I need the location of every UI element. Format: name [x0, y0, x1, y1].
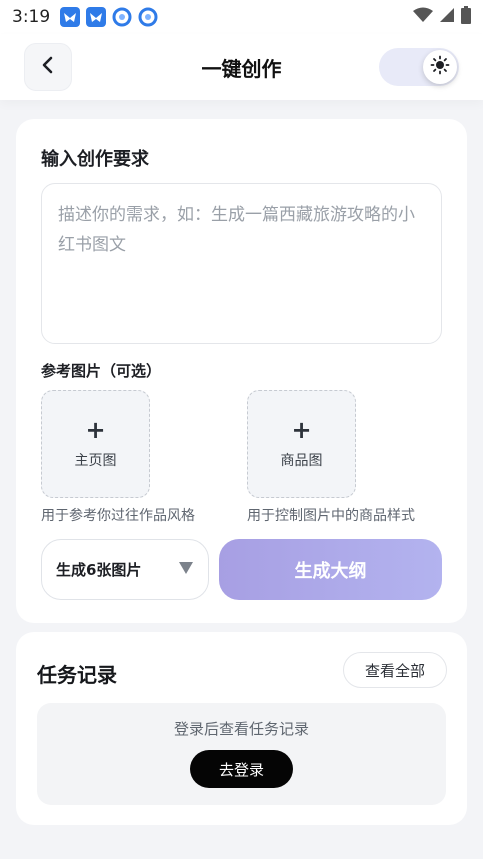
system-icons: [413, 6, 471, 28]
image-count-value: 生成6张图片: [56, 561, 142, 579]
generate-outline-button[interactable]: 生成大纲: [219, 539, 442, 600]
task-title: 任务记录: [37, 663, 117, 687]
prompt-box: [41, 183, 442, 344]
prompt-textarea[interactable]: [58, 200, 425, 327]
login-button[interactable]: 去登录: [190, 750, 293, 788]
theme-toggle[interactable]: [379, 48, 459, 86]
toggle-knob: [423, 50, 457, 84]
image-count-select[interactable]: 生成6张图片: [41, 539, 209, 600]
app-circle-icon: [112, 7, 132, 27]
empty-text: 登录后查看任务记录: [173, 720, 309, 738]
sun-icon: [430, 55, 450, 79]
caret-down-icon: [178, 560, 194, 579]
section-title: 输入创作要求: [41, 149, 149, 170]
plus-icon: +: [291, 416, 312, 444]
upload-homepage-image[interactable]: + 主页图: [41, 390, 150, 498]
upload-hint: 用于控制图片中的商品样式: [247, 508, 415, 524]
create-card: 输入创作要求 参考图片（可选） + 主页图 用于参考你过往作品风格 + 商品图 …: [16, 119, 467, 623]
app-circle-icon: [138, 7, 158, 27]
app-header: 一键创作: [0, 34, 483, 100]
upload-label: 主页图: [74, 453, 117, 469]
bird-app-icon: [60, 7, 81, 27]
bird-app-icon: [86, 7, 107, 27]
wifi-icon: [413, 7, 433, 27]
signal-icon: [439, 7, 455, 27]
status-bar: 3:19: [0, 0, 483, 34]
task-empty-state: 登录后查看任务记录 去登录: [37, 703, 446, 805]
plus-icon: +: [85, 416, 106, 444]
status-time: 3:19: [12, 7, 51, 27]
upload-product-image[interactable]: + 商品图: [247, 390, 356, 498]
task-card: 任务记录 查看全部 登录后查看任务记录 去登录: [16, 632, 467, 825]
battery-icon: [461, 6, 471, 28]
upload-hint: 用于参考你过往作品风格: [41, 508, 195, 524]
view-all-button[interactable]: 查看全部: [343, 652, 447, 688]
chevron-left-icon: [40, 55, 56, 79]
back-button[interactable]: [24, 43, 72, 91]
page-title: 一键创作: [201, 56, 282, 81]
upload-label: 商品图: [280, 453, 323, 469]
reference-title: 参考图片（可选）: [41, 362, 162, 380]
notification-icons: [60, 7, 158, 27]
